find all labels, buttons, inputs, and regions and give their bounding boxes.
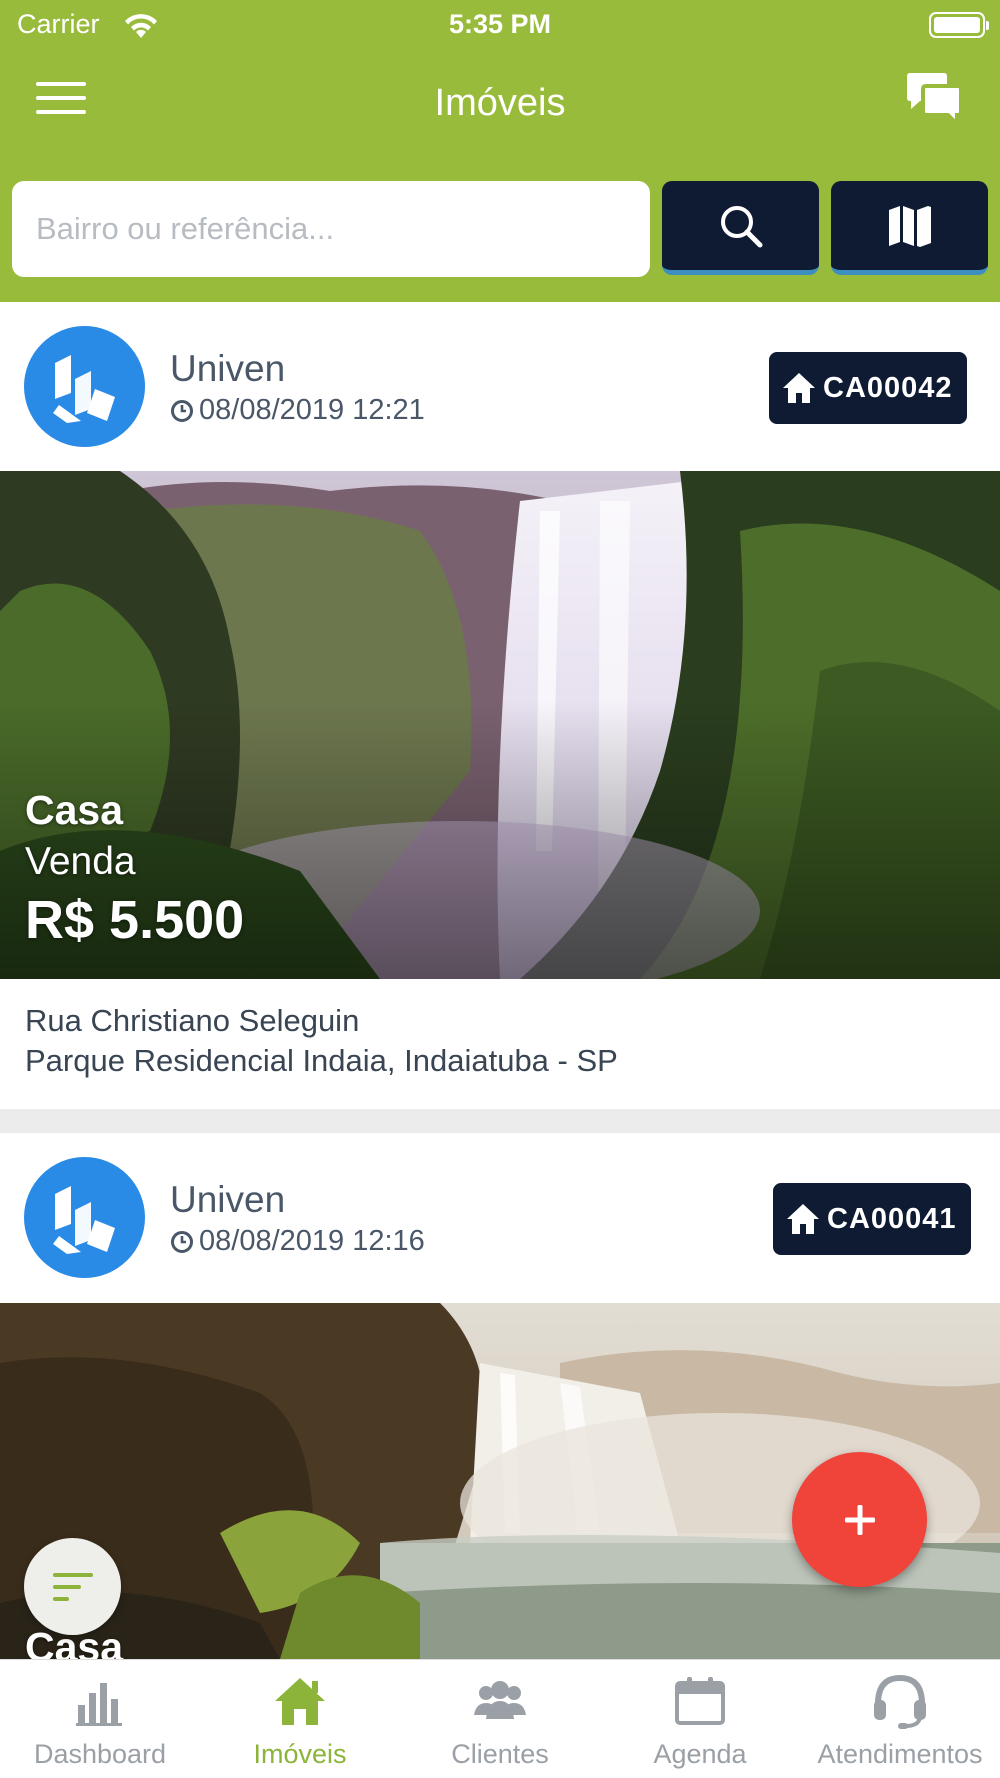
users-icon (474, 1681, 526, 1719)
tab-atendimentos[interactable]: Atendimentos (800, 1660, 1000, 1778)
plus-icon (844, 1504, 875, 1535)
listing-address: Rua Christiano Seleguin Parque Residenci… (0, 979, 1000, 1109)
map-view-button[interactable] (831, 181, 988, 275)
home-icon (787, 1204, 819, 1234)
tab-bar: Dashboard Imóveis Clientes Agenda Atendi… (0, 1659, 1000, 1778)
filter-icon (52, 1572, 93, 1601)
calendar-icon (675, 1677, 725, 1725)
add-listing-button[interactable] (792, 1452, 927, 1587)
building-logo-icon (52, 354, 115, 423)
listing-code-badge[interactable]: CA00042 (769, 352, 967, 424)
tab-agenda[interactable]: Agenda (600, 1660, 800, 1778)
listing-card-header[interactable]: Univen 08/08/2019 12:21 CA00042 (0, 302, 1000, 472)
listing-code: CA00042 (823, 371, 953, 404)
property-price: R$ 5.500 (25, 890, 245, 950)
tab-clientes[interactable]: Clientes (400, 1660, 600, 1778)
search-input[interactable] (12, 181, 650, 277)
bar-chart-icon (76, 1683, 122, 1726)
search-icon (720, 205, 762, 247)
agency-logo (24, 326, 145, 447)
nav-bar: Imóveis (0, 60, 1000, 146)
tab-dashboard[interactable]: Dashboard (0, 1660, 200, 1778)
clock-icon (171, 399, 193, 422)
clock-icon (171, 1230, 193, 1253)
listing-overlay: Casa Venda R$ 5.500 (25, 784, 244, 952)
card-separator (0, 1109, 1000, 1133)
listing-date: 08/08/2019 12:21 (170, 394, 425, 427)
status-bar: Carrier 5:35 PM (0, 0, 1000, 50)
status-time: 5:35 PM (448, 9, 552, 39)
listing-card-header[interactable]: Univen 08/08/2019 12:16 CA00041 (0, 1133, 1000, 1303)
tab-label: Imóveis (253, 1739, 347, 1769)
listing-code: CA00041 (827, 1202, 957, 1235)
property-type: Casa (25, 787, 124, 833)
tab-imoveis[interactable]: Imóveis (200, 1660, 400, 1778)
listing-datetime: 08/08/2019 12:16 (199, 1225, 425, 1257)
building-logo-icon (52, 1185, 115, 1254)
home-icon (275, 1678, 325, 1725)
tab-label: Atendimentos (817, 1739, 983, 1769)
map-icon (888, 205, 931, 247)
listing-date: 08/08/2019 12:16 (170, 1225, 425, 1258)
agency-name: Univen (170, 348, 286, 389)
tab-label: Dashboard (33, 1739, 167, 1769)
tab-label: Agenda (653, 1739, 747, 1769)
page-title: Imóveis (434, 82, 566, 124)
app-header: Carrier 5:35 PM Imóveis (0, 0, 1000, 302)
deal-type: Venda (25, 840, 136, 883)
agency-logo (24, 1157, 145, 1278)
chat-button[interactable] (904, 70, 966, 132)
search-button[interactable] (662, 181, 819, 275)
address-street: Rua Christiano Seleguin (25, 1003, 360, 1038)
agency-name: Univen (170, 1179, 286, 1220)
address-neighborhood: Parque Residencial Indaia, Indaiatuba - … (25, 1043, 618, 1078)
headset-icon (874, 1674, 926, 1729)
filter-button[interactable] (24, 1538, 121, 1635)
battery-icon (929, 12, 989, 38)
listing-photo[interactable]: Casa Venda R$ 5.500 (0, 471, 1000, 979)
tab-label: Clientes (451, 1739, 549, 1769)
listing-datetime: 08/08/2019 12:21 (199, 394, 425, 426)
listing-code-badge[interactable]: CA00041 (773, 1183, 971, 1255)
home-icon (783, 373, 815, 403)
